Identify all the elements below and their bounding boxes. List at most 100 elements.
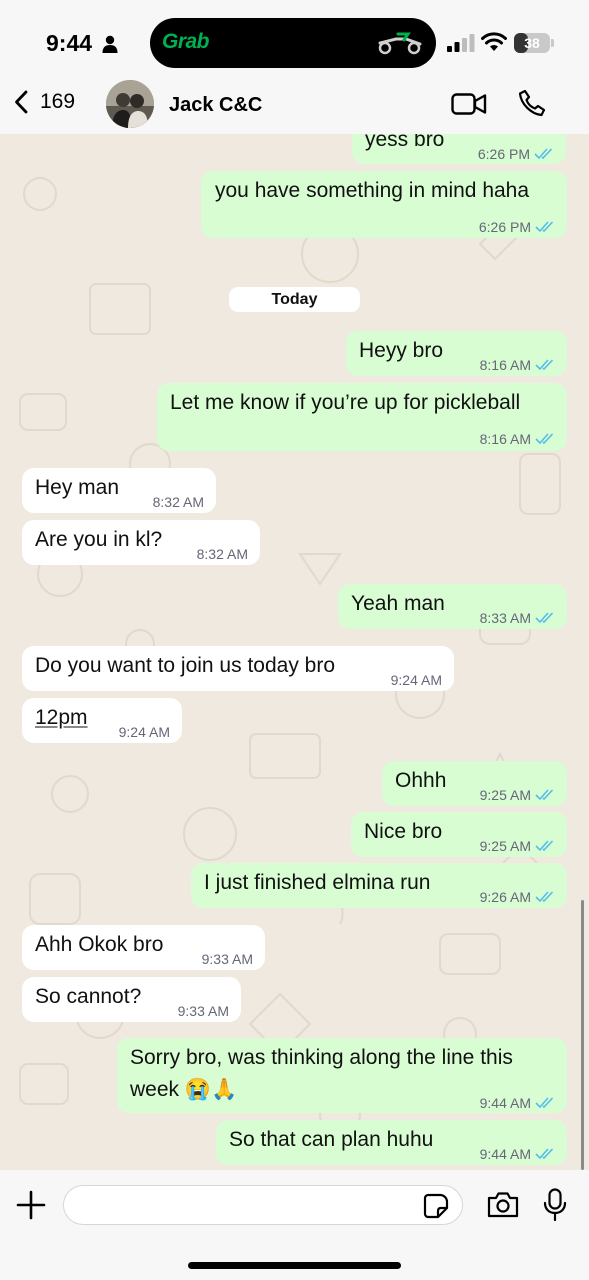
home-indicator[interactable] <box>188 1262 401 1269</box>
phone-call-icon[interactable] <box>518 89 546 117</box>
message-text-line2: week 😭🙏 <box>130 1078 238 1101</box>
message-text: you have something in mind haha <box>215 179 530 202</box>
message-time: 9:24 AM <box>390 672 442 688</box>
message-meta: 9:33 AM <box>178 998 229 1024</box>
dynamic-island[interactable]: Grab <box>150 18 436 68</box>
message-meta: 9:44 AM <box>480 1141 555 1167</box>
battery-percent: 38 <box>524 35 540 51</box>
message-text: Hey man <box>35 476 120 499</box>
message-bubble[interactable]: Ohhh 9:25 AM <box>382 761 567 806</box>
message-time: 9:44 AM <box>479 1146 531 1162</box>
message-time: 8:33 AM <box>479 610 531 626</box>
contact-name[interactable]: Jack C&C <box>169 94 262 117</box>
signal-icon <box>447 34 475 52</box>
message-bubble[interactable]: I just finished elmina run 9:26 AM <box>191 863 567 908</box>
message-meta: 8:16 AM <box>480 426 555 452</box>
message-meta: 9:25 AM <box>480 833 555 859</box>
message-bubble[interactable]: Sorry bro, was thinking along the line t… <box>117 1038 567 1113</box>
message-text: yess bro <box>365 134 445 151</box>
message-bubble[interactable]: Are you in kl? 8:32 AM <box>22 520 260 565</box>
message-time: 9:33 AM <box>177 1003 229 1019</box>
chat-header: 169 Jack C&C <box>0 70 589 134</box>
message-text: So that can plan huhu <box>229 1128 434 1151</box>
battery-icon: 38 <box>514 33 550 53</box>
read-tick-icon <box>535 359 554 371</box>
message-meta: 8:33 AM <box>480 605 555 631</box>
message-text: Ohhh <box>395 769 447 792</box>
message-meta: 9:26 AM <box>480 884 555 910</box>
message-bubble[interactable]: Ahh Okok bro 9:33 AM <box>22 925 265 970</box>
message-text: Do you want to join us today bro <box>35 654 336 677</box>
message-bubble[interactable]: So cannot? 9:33 AM <box>22 977 241 1022</box>
message-bubble[interactable]: Heyy bro 8:16 AM <box>346 331 567 376</box>
message-time: 8:32 AM <box>196 546 248 562</box>
wifi-icon <box>481 32 507 51</box>
message-bubble[interactable]: Nice bro 9:25 AM <box>351 812 567 857</box>
back-button[interactable]: 169 <box>14 90 75 114</box>
person-icon <box>102 35 118 53</box>
message-time: 9:26 AM <box>479 889 531 905</box>
message-bubble[interactable]: Hey man 8:32 AM <box>22 468 216 513</box>
message-meta: 8:16 AM <box>480 352 555 378</box>
message-meta: 9:24 AM <box>391 667 442 693</box>
grab-logo: Grab <box>162 30 210 53</box>
battery-nub <box>551 39 554 47</box>
read-tick-icon <box>535 789 554 801</box>
message-meta: 9:24 AM <box>119 719 170 745</box>
message-bubble[interactable]: Let me know if you’re up for pickleball … <box>157 383 567 451</box>
message-bubble[interactable]: Do you want to join us today bro 9:24 AM <box>22 646 454 691</box>
message-text: Sorry bro, was thinking along the line t… <box>130 1046 513 1069</box>
unread-count: 169 <box>40 90 76 113</box>
message-time: 9:25 AM <box>479 787 531 803</box>
message-meta: 8:32 AM <box>153 489 204 515</box>
message-bubble[interactable]: yess bro 6:26 PM <box>352 134 566 164</box>
message-bubble[interactable]: 12pm 9:24 AM <box>22 698 182 743</box>
mic-icon[interactable] <box>543 1188 567 1222</box>
read-tick-icon <box>535 840 554 852</box>
message-text: I just finished elmina run <box>204 871 431 894</box>
read-tick-icon <box>535 433 554 445</box>
message-time: 9:24 AM <box>118 724 170 740</box>
message-time: 9:33 AM <box>201 951 253 967</box>
message-meta: 9:25 AM <box>480 782 555 808</box>
message-time: 9:25 AM <box>479 838 531 854</box>
message-text[interactable]: 12pm <box>35 705 88 731</box>
read-tick-icon <box>535 1148 554 1160</box>
message-meta: 9:44 AM <box>480 1090 555 1116</box>
read-tick-icon <box>535 891 554 903</box>
read-tick-icon <box>535 1097 554 1109</box>
message-text: Heyy bro <box>359 339 444 362</box>
message-time: 8:16 AM <box>479 357 531 373</box>
message-time: 8:32 AM <box>152 494 204 510</box>
plus-icon[interactable] <box>16 1190 46 1220</box>
chat-area[interactable]: yess bro 6:26 PM you have something in m… <box>0 134 589 1170</box>
message-meta: 8:32 AM <box>197 541 248 567</box>
camera-icon[interactable] <box>486 1190 520 1220</box>
message-bubble[interactable]: Yeah man 8:33 AM <box>338 584 567 629</box>
read-tick-icon <box>534 148 553 160</box>
message-meta: 9:33 AM <box>202 946 253 972</box>
message-time: 8:16 AM <box>479 431 531 447</box>
message-time: 9:44 AM <box>479 1095 531 1111</box>
message-input[interactable] <box>63 1185 463 1225</box>
message-meta: 6:26 PM <box>479 214 555 240</box>
avatar-photo <box>106 80 154 128</box>
message-text: Yeah man <box>351 592 445 615</box>
scrollbar[interactable] <box>581 900 584 1170</box>
message-time: 6:26 PM <box>477 146 530 162</box>
sticker-icon[interactable] <box>423 1193 449 1219</box>
message-text: Nice bro <box>364 820 443 843</box>
scooter-icon <box>378 32 422 55</box>
date-separator: Today <box>229 287 360 312</box>
message-text: Let me know if you’re up for pickleball <box>170 391 521 414</box>
message-bubble[interactable]: So that can plan huhu 9:44 AM <box>216 1120 567 1165</box>
back-chevron-icon <box>15 90 28 114</box>
message-bubble[interactable]: you have something in mind haha 6:26 PM <box>201 171 567 238</box>
message-time: 6:26 PM <box>478 219 531 235</box>
message-text: Ahh Okok bro <box>35 933 164 956</box>
input-bar <box>0 1170 589 1280</box>
message-text: So cannot? <box>35 985 142 1008</box>
message-text: Are you in kl? <box>35 528 163 551</box>
video-call-icon[interactable] <box>451 92 487 116</box>
avatar[interactable] <box>106 80 154 128</box>
